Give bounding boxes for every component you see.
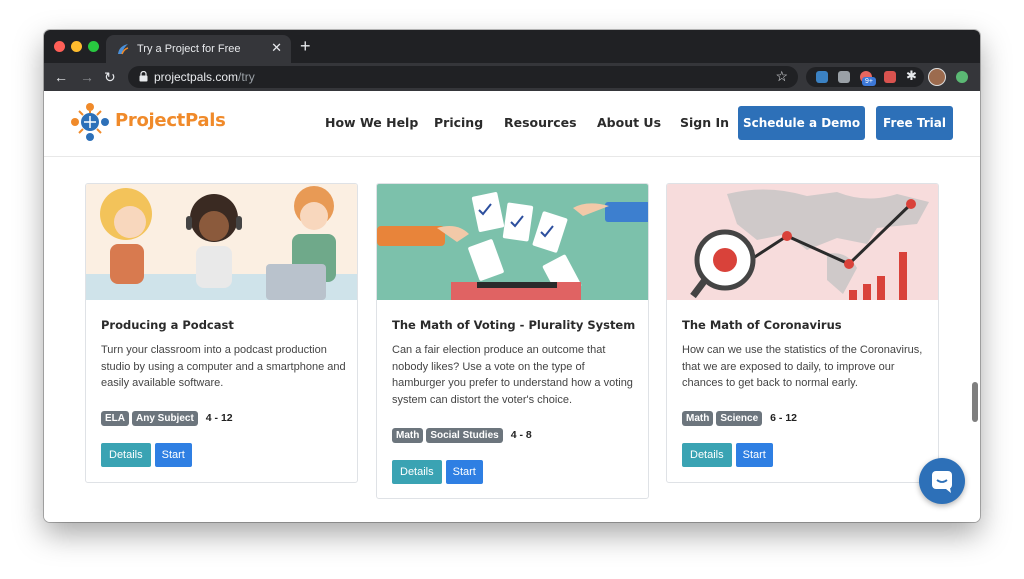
card-actions: Details Start (101, 443, 192, 467)
card-image (667, 184, 938, 300)
tab-title: Try a Project for Free (137, 43, 241, 55)
podcast-illustration (86, 184, 357, 300)
subject-tag: Social Studies (426, 427, 503, 443)
card-description: How can we use the statistics of the Cor… (682, 344, 923, 389)
details-button[interactable]: Details (392, 460, 442, 484)
card-image (86, 184, 357, 300)
card-actions: Details Start (682, 443, 773, 467)
address-bar[interactable]: projectpals.com/try ☆ (128, 66, 798, 88)
new-tab-button[interactable]: + (300, 37, 311, 55)
scrollbar-thumb[interactable] (972, 382, 978, 422)
card-image (377, 184, 648, 300)
start-button[interactable]: Start (154, 443, 192, 467)
card-title: Producing a Podcast (101, 318, 234, 332)
coronavirus-illustration (667, 184, 938, 300)
project-card: Producing a Podcast Turn your classroom … (85, 183, 358, 483)
details-button[interactable]: Details (101, 443, 151, 467)
grade-range: 4 - 12 (205, 412, 233, 424)
card-title: The Math of Coronavirus (682, 318, 842, 332)
browser-window: Try a Project for Free ✕ + ← → ↻ project… (44, 30, 980, 522)
minimize-window-button[interactable] (71, 41, 82, 52)
forward-arrow-icon[interactable]: → (80, 68, 94, 86)
url-text: projectpals.com/try (154, 70, 255, 84)
card-description: Can a fair election produce an outcome t… (392, 344, 633, 406)
extension-icon[interactable] (884, 71, 896, 83)
logo-text[interactable]: ProjectPals (115, 110, 226, 131)
extension-icon[interactable] (838, 71, 850, 83)
lock-icon (139, 71, 148, 82)
tab-bar: Try a Project for Free ✕ + (44, 30, 980, 63)
url-domain: projectpals.com (154, 70, 239, 84)
nav-sign-in[interactable]: Sign In (680, 115, 729, 130)
subject-tag: Math (392, 427, 424, 443)
project-card: The Math of Coronavirus How can we use t… (666, 183, 939, 483)
avatar[interactable] (928, 68, 946, 86)
reload-icon[interactable]: ↻ (104, 68, 116, 86)
puzzle-icon[interactable]: ✱ (906, 68, 917, 84)
subject-tag: Math (682, 410, 714, 426)
grade-range: 6 - 12 (770, 412, 798, 424)
favicon-icon (118, 44, 129, 55)
card-actions: Details Start (392, 460, 483, 484)
nav-pricing[interactable]: Pricing (434, 115, 483, 130)
page-viewport: Producing a Podcast Turn your classroom … (44, 91, 980, 522)
chat-button[interactable] (919, 458, 965, 504)
card-tags: ELA Any Subject 4 - 12 (101, 410, 233, 426)
close-tab-icon[interactable]: ✕ (271, 41, 282, 55)
voting-illustration (377, 184, 648, 300)
start-button[interactable]: Start (445, 460, 483, 484)
free-trial-button[interactable]: Free Trial (876, 106, 953, 140)
chat-icon (932, 471, 952, 493)
projectpals-logo-icon[interactable] (70, 102, 110, 142)
subject-tag: ELA (101, 410, 129, 426)
project-card: The Math of Voting - Plurality System Ca… (376, 183, 649, 499)
star-icon[interactable]: ☆ (775, 68, 788, 85)
browser-tab-active[interactable]: Try a Project for Free ✕ (106, 35, 291, 63)
maximize-window-button[interactable] (88, 41, 99, 52)
nav-about-us[interactable]: About Us (597, 115, 661, 130)
close-window-button[interactable] (54, 41, 65, 52)
nav-resources[interactable]: Resources (504, 115, 577, 130)
card-title: The Math of Voting - Plurality System (392, 318, 636, 332)
profile-icon[interactable] (956, 71, 968, 83)
subject-tag: Any Subject (132, 410, 198, 426)
browser-toolbar: ← → ↻ projectpals.com/try ☆ 9+ ✱ (44, 63, 980, 91)
card-tags: Math Science 6 - 12 (682, 410, 797, 426)
extension-badge: 9+ (862, 77, 876, 86)
start-button[interactable]: Start (735, 443, 773, 467)
back-arrow-icon[interactable]: ← (54, 68, 68, 86)
details-button[interactable]: Details (682, 443, 732, 467)
nav-how-we-help[interactable]: How We Help (325, 115, 418, 130)
url-path: /try (238, 70, 255, 84)
subject-tag: Science (716, 410, 763, 426)
card-tags: Math Social Studies 4 - 8 (392, 427, 532, 443)
site-header: ProjectPals How We Help Pricing Resource… (44, 91, 980, 157)
card-description: Turn your classroom into a podcast produ… (101, 344, 346, 389)
schedule-demo-button[interactable]: Schedule a Demo (738, 106, 865, 140)
extension-icon[interactable] (816, 71, 828, 83)
grade-range: 4 - 8 (510, 429, 532, 441)
